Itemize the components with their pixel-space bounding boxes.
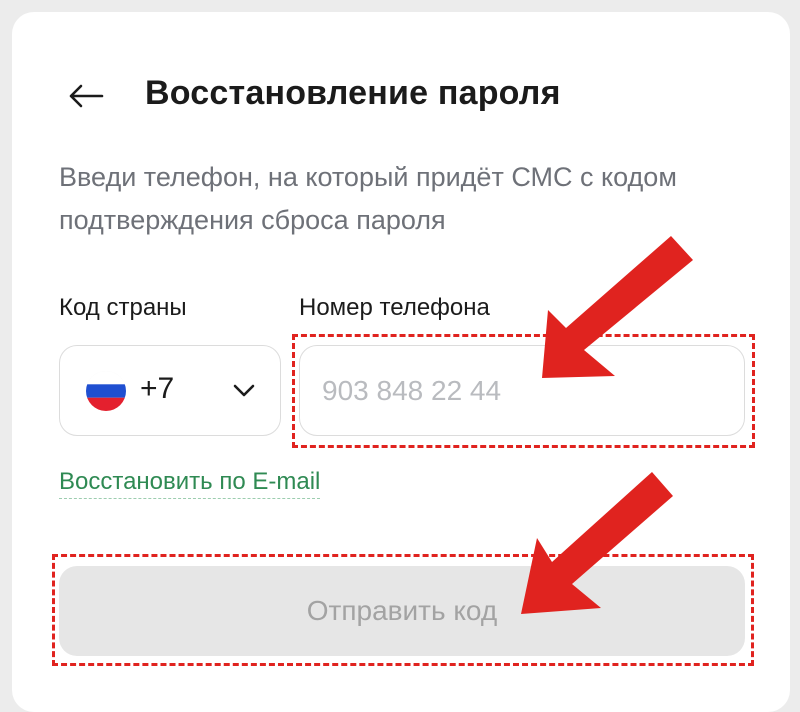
send-code-button[interactable]: Отправить код (59, 566, 745, 656)
restore-by-email-link[interactable]: Восстановить по E-mail (59, 468, 321, 499)
page-title: Восстановление пароля (145, 74, 561, 112)
country-code-label: Код страны (59, 294, 187, 321)
country-code-value: +7 (140, 372, 175, 405)
instructions-text: Введи телефон, на который придёт СМС с к… (59, 162, 677, 235)
phone-input[interactable] (299, 345, 745, 436)
russia-flag-icon (86, 371, 126, 411)
chevron-down-icon (233, 384, 255, 397)
country-code-select[interactable]: +7 (59, 345, 281, 436)
arrow-left-icon (69, 84, 104, 108)
phone-number-label: Номер телефона (299, 294, 490, 321)
back-button[interactable] (66, 78, 106, 114)
